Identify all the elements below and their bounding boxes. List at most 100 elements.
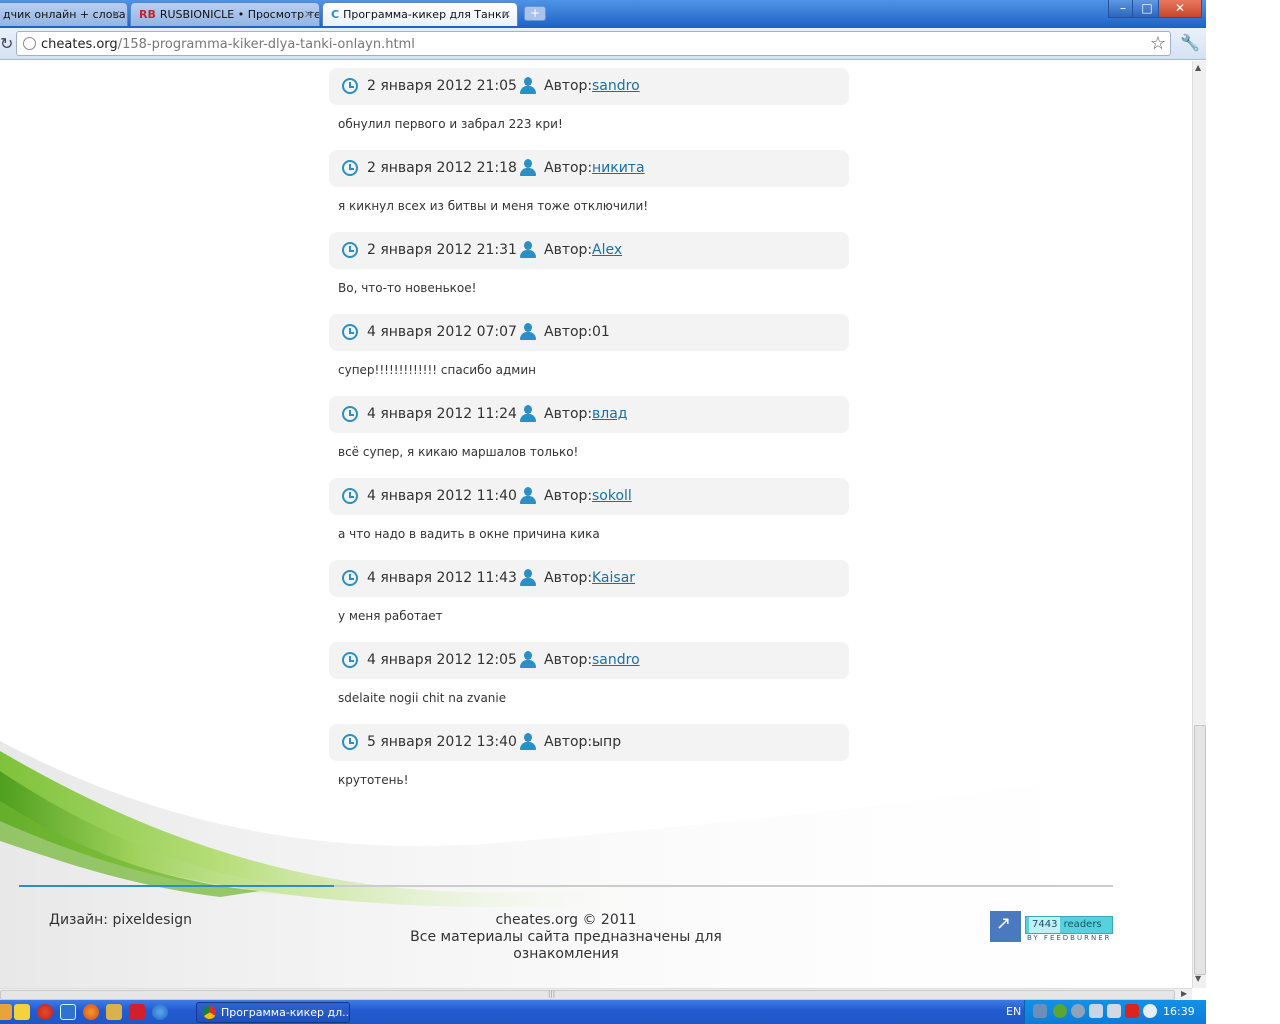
url-text[interactable]: cheates.org/158-programma-kiker-dlya-tan… — [41, 37, 415, 52]
comment-author[interactable]: Alex — [592, 242, 622, 258]
comment-item: 2 января 2012 21:31 Автор: Alex Во, что-то … — [329, 232, 849, 295]
explorer-launcher-icon[interactable] — [60, 1004, 76, 1020]
footer-copyright: cheates.org © 2011 — [495, 912, 637, 928]
vertical-scrollbar[interactable]: ▲ ▼ — [1192, 61, 1206, 988]
author-label: Автор: — [544, 160, 593, 176]
clock-icon — [342, 242, 358, 258]
user-icon — [519, 77, 537, 95]
scroll-down-arrow-icon[interactable]: ▼ — [1195, 974, 1201, 983]
comment-meta: 4 января 2012 11:40 Автор: sokoll — [329, 478, 849, 515]
browser-launcher-icon[interactable] — [37, 1004, 53, 1020]
clock-icon — [342, 406, 358, 422]
network-icon[interactable] — [1033, 1004, 1047, 1018]
bookmark-star-icon[interactable]: ☆ — [1150, 33, 1166, 54]
comment-item: 4 января 2012 11:43 Автор: Kaisar у меня ра… — [329, 560, 849, 623]
disconnected-icon[interactable] — [1089, 1004, 1103, 1018]
tab-translator[interactable]: дчик онлайн + слова ✕ — [0, 2, 128, 26]
comment-meta: 5 января 2012 13:40 Автор: ыпр — [329, 724, 849, 761]
url-path: /158-programma-kiker-dlya-tanki-onlayn.h… — [117, 37, 415, 52]
comment-item: 4 января 2012 11:40 Автор: sokoll а что над… — [329, 478, 849, 541]
close-tab-icon[interactable]: ✕ — [304, 8, 313, 21]
clock-icon — [342, 570, 358, 586]
user-icon — [519, 733, 537, 751]
address-bar[interactable]: cheates.org/158-programma-kiker-dlya-tan… — [16, 31, 1171, 56]
feedburner-byline: BY FEEDBURNER — [1027, 934, 1112, 942]
comment-text: у меня работает — [338, 609, 443, 623]
comment-item: 2 января 2012 21:05 Автор: sandro обнулил п… — [329, 68, 849, 131]
comment-author[interactable]: sandro — [592, 652, 640, 668]
url-host: cheates.org — [41, 37, 118, 52]
clock-icon — [342, 78, 358, 94]
user-icon — [519, 651, 537, 669]
antivirus-icon[interactable] — [1053, 1004, 1067, 1018]
update-icon[interactable] — [1143, 1004, 1157, 1018]
comment-date: 2 января 2012 21:05 — [367, 78, 517, 94]
author-label: Автор: — [544, 242, 593, 258]
comment-author[interactable]: sandro — [592, 78, 640, 94]
winamp-icon[interactable] — [106, 1004, 122, 1020]
mail-icon[interactable] — [129, 1004, 145, 1020]
volume-icon[interactable] — [1107, 1004, 1121, 1018]
footer-copyright-block: cheates.org © 2011 Все материалы сайта п… — [366, 912, 766, 963]
tab-label: Программа-кикер для Танки — [343, 8, 509, 21]
comment-date: 4 января 2012 11:24 — [367, 406, 517, 422]
comment-meta: 4 января 2012 11:24 Автор: влад — [329, 396, 849, 433]
comment-meta: 4 января 2012 12:05 Автор: sandro — [329, 642, 849, 679]
tab-rusbionicle[interactable]: RB RUSBIONICLE • Просмотр те ✕ — [130, 2, 320, 26]
comment-author[interactable]: sokoll — [592, 488, 632, 504]
scroll-up-arrow-icon[interactable]: ▲ — [1195, 63, 1201, 72]
author-label: Автор: — [544, 488, 593, 504]
quicklaunch-app-icon[interactable] — [0, 1004, 12, 1020]
clock-icon — [342, 734, 358, 750]
comment-text: я кикнул всех из битвы и меня тоже отклю… — [338, 199, 649, 213]
author-label: Автор: — [544, 406, 593, 422]
title-bar: дчик онлайн + слова ✕ RB RUSBIONICLE • П… — [0, 0, 1206, 28]
horizontal-scrollbar[interactable]: ||| ▶ — [0, 988, 1192, 1000]
comment-text: супер!!!!!!!!!!!!! спасибо админ — [338, 363, 536, 377]
taskbar-clock: 16:39 — [1163, 1005, 1195, 1018]
comment-date: 5 января 2012 13:40 — [367, 734, 517, 750]
comment-meta: 4 января 2012 07:07 Автор: 01 — [329, 314, 849, 351]
vertical-scroll-thumb[interactable] — [1194, 725, 1206, 975]
horizontal-scroll-thumb[interactable] — [0, 990, 1175, 1000]
user-icon — [519, 405, 537, 423]
close-tab-icon[interactable]: ✕ — [112, 8, 121, 21]
comment-meta: 2 января 2012 21:18 Автор: никита — [329, 150, 849, 187]
close-tab-icon[interactable]: ✕ — [502, 8, 511, 21]
feedburner-counter[interactable]: 7443 readers — [1025, 916, 1113, 934]
comment-date: 2 января 2012 21:18 — [367, 160, 517, 176]
tab-label: дчик онлайн + слова — [3, 8, 126, 21]
clock-icon — [342, 160, 358, 176]
scroll-right-arrow-icon[interactable]: ▶ — [1181, 989, 1187, 998]
language-indicator[interactable]: EN — [1006, 1005, 1021, 1018]
internet-explorer-icon[interactable] — [152, 1004, 168, 1020]
reload-icon[interactable]: ↻ — [0, 34, 13, 53]
comment-item: 4 января 2012 11:24 Автор: влад всё супер, … — [329, 396, 849, 459]
settings-tray-icon[interactable] — [1071, 1004, 1085, 1018]
author-label: Автор: — [544, 78, 593, 94]
user-icon — [519, 487, 537, 505]
comment-author[interactable]: влад — [592, 406, 627, 422]
comment-author[interactable]: никита — [592, 160, 645, 176]
taskbar-window-button[interactable]: Программа-кикер дл... — [196, 1002, 350, 1023]
wrench-icon[interactable]: 🔧 — [1180, 33, 1200, 52]
user-icon — [519, 323, 537, 341]
author-label: Автор: — [544, 652, 593, 668]
tab-active-kiker[interactable]: C Программа-кикер для Танки ✕ — [322, 2, 518, 26]
flash-icon[interactable] — [1125, 1004, 1139, 1018]
comment-author[interactable]: Kaisar — [592, 570, 635, 586]
comment-meta: 4 января 2012 11:43 Автор: Kaisar — [329, 560, 849, 597]
comment-text: крутотень! — [338, 773, 409, 787]
comment-text: а что надо в вадить в окне причина кика — [338, 527, 600, 541]
comment-text: Во, что-то новенькое! — [338, 281, 477, 295]
comment-text: всё супер, я кикаю маршалов только! — [338, 445, 579, 459]
close-window-button[interactable]: ✕ — [1158, 0, 1202, 18]
feedburner-logo-icon[interactable]: ↗ — [990, 911, 1021, 942]
firefox-icon[interactable] — [83, 1004, 99, 1020]
google-drive-icon[interactable] — [14, 1004, 30, 1020]
new-tab-button[interactable]: + — [524, 6, 546, 21]
author-label: Автор: — [544, 570, 593, 586]
comment-date: 2 января 2012 21:31 — [367, 242, 517, 258]
comment-item: 5 января 2012 13:40 Автор: ыпр крутотень! — [329, 724, 849, 787]
rusbionicle-favicon-icon: RB — [139, 8, 156, 21]
